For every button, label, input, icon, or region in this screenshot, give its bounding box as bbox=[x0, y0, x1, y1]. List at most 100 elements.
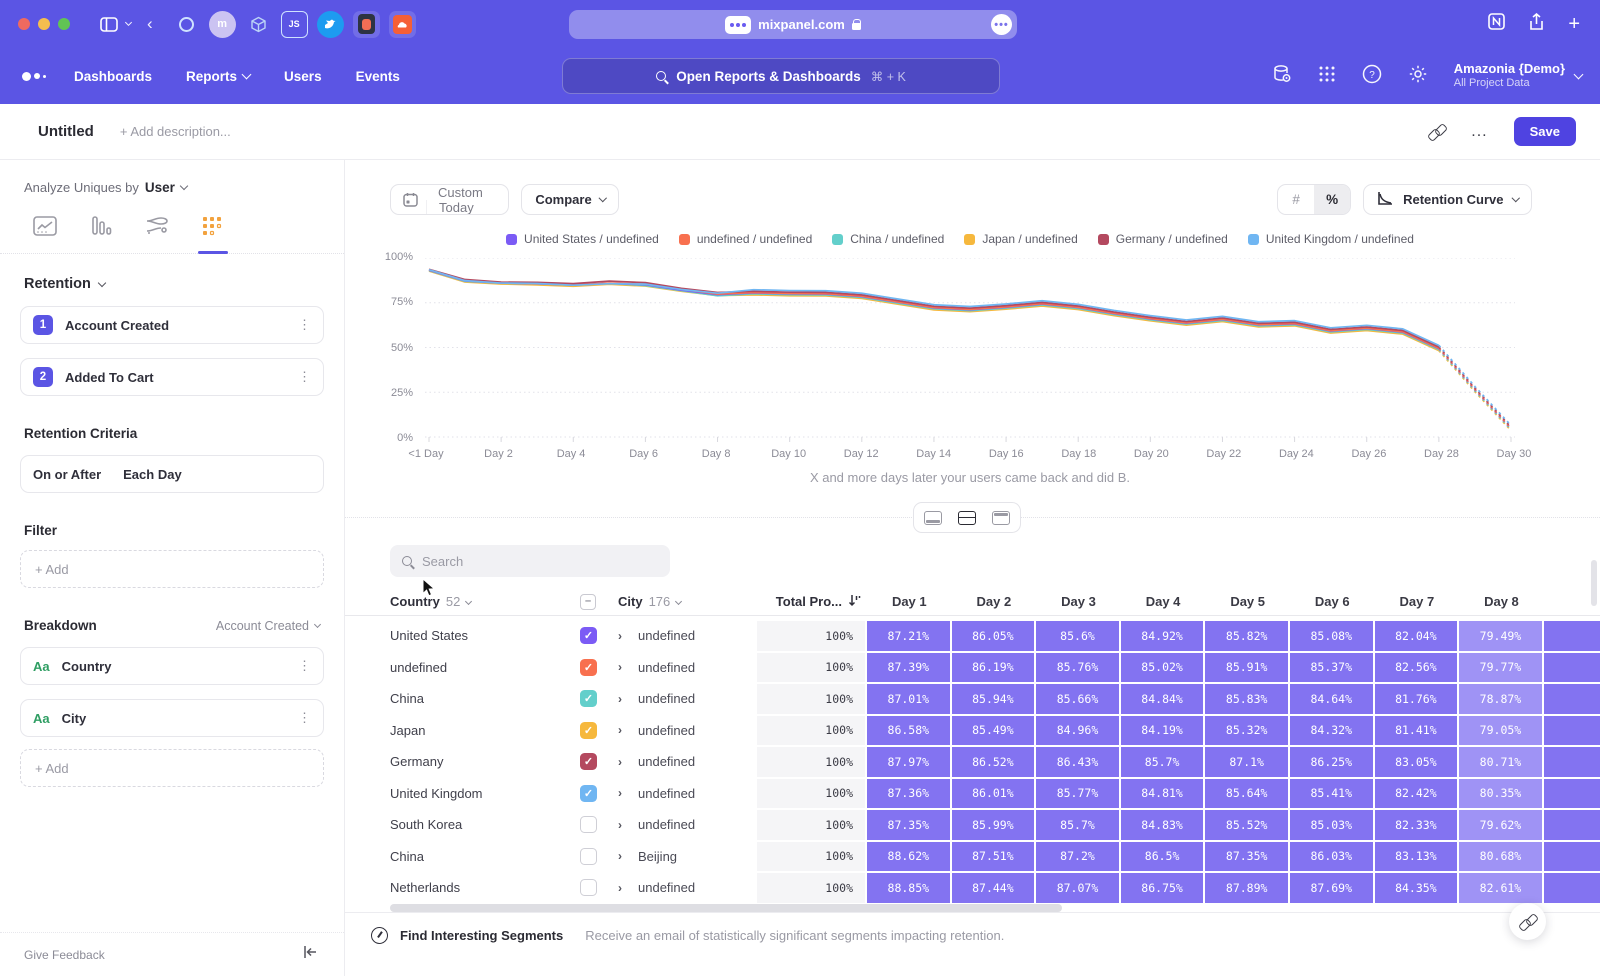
retention-value-cell[interactable]: 84.96% bbox=[1036, 716, 1121, 746]
retention-value-cell[interactable]: 86.52% bbox=[952, 747, 1037, 777]
report-title[interactable]: Untitled bbox=[38, 123, 94, 140]
row-expand-icon[interactable]: › bbox=[618, 786, 622, 800]
retention-value-cell[interactable]: 84.35% bbox=[1375, 873, 1460, 903]
retention-value-cell[interactable]: 85.82% bbox=[1205, 621, 1290, 651]
row-expand-icon[interactable]: › bbox=[618, 723, 622, 737]
row-checkbox[interactable]: ✓ bbox=[580, 879, 597, 896]
retention-value-cell[interactable]: 85.41% bbox=[1290, 779, 1375, 809]
legend-item[interactable]: United States / undefined bbox=[506, 232, 659, 246]
retention-value-cell[interactable]: 85.76% bbox=[1036, 653, 1121, 683]
percent-toggle[interactable]: % bbox=[1314, 185, 1350, 214]
step-account-created[interactable]: 1 Account Created ⋮ bbox=[20, 306, 324, 344]
retention-value-cell[interactable]: 84.84% bbox=[1121, 684, 1206, 714]
table-row[interactable]: South Korea ✓ › undefined 100% 87.35%85.… bbox=[345, 809, 1600, 841]
settings-gear-icon[interactable] bbox=[1408, 64, 1428, 88]
retention-value-cell[interactable]: 85.94% bbox=[952, 684, 1037, 714]
calendar-icon[interactable] bbox=[391, 185, 426, 214]
help-icon[interactable]: ? bbox=[1362, 64, 1382, 88]
global-search[interactable]: Open Reports & Dashboards ⌘ + K bbox=[562, 58, 1000, 94]
retention-value-cell[interactable]: 86.5% bbox=[1121, 842, 1206, 872]
criteria-on-or-after[interactable]: On or After bbox=[33, 467, 101, 482]
horizontal-scrollbar[interactable] bbox=[390, 904, 1062, 912]
chart-only-view-button[interactable] bbox=[918, 505, 948, 530]
retention-value-cell[interactable]: 81.41% bbox=[1375, 716, 1460, 746]
legend-item[interactable]: United Kingdom / undefined bbox=[1248, 232, 1414, 246]
table-search-input[interactable] bbox=[422, 554, 642, 569]
row-checkbox[interactable]: ✓ bbox=[580, 753, 597, 770]
retention-value-cell[interactable]: 85.08% bbox=[1290, 621, 1375, 651]
retention-value-cell[interactable]: 85.77% bbox=[1036, 779, 1121, 809]
retention-value-cell[interactable]: 86.43% bbox=[1036, 747, 1121, 777]
retention-line-chart[interactable] bbox=[425, 258, 1515, 443]
retention-value-cell[interactable]: 86.19% bbox=[952, 653, 1037, 683]
retention-value-cell[interactable]: 87.51% bbox=[952, 842, 1037, 872]
split-view-button[interactable] bbox=[952, 505, 982, 530]
table-only-view-button[interactable] bbox=[986, 505, 1016, 530]
legend-item[interactable]: undefined / undefined bbox=[679, 232, 812, 246]
chart-type-dropdown[interactable]: Retention Curve bbox=[1363, 184, 1532, 215]
retention-value-cell[interactable]: 79.05% bbox=[1459, 716, 1544, 746]
retention-value-cell[interactable]: 86.25% bbox=[1290, 747, 1375, 777]
retention-value-cell[interactable]: 87.2% bbox=[1036, 842, 1121, 872]
retention-value-cell[interactable]: 86.05% bbox=[952, 621, 1037, 651]
share-icon[interactable] bbox=[1529, 13, 1544, 36]
report-more-icon[interactable]: ... bbox=[1471, 123, 1487, 141]
browser-chevron-down-icon[interactable] bbox=[126, 23, 131, 25]
retention-value-cell[interactable]: 85.66% bbox=[1036, 684, 1121, 714]
table-row[interactable]: Japan ✓ › undefined 100% 86.58%85.49%84.… bbox=[345, 715, 1600, 747]
column-day[interactable]: Day 3 bbox=[1036, 594, 1121, 609]
extension-ring-icon[interactable] bbox=[173, 11, 200, 38]
retention-value-cell[interactable]: 85.99% bbox=[952, 810, 1037, 840]
notion-icon[interactable] bbox=[1488, 13, 1505, 35]
row-checkbox[interactable]: ✓ bbox=[580, 722, 597, 739]
retention-criteria-card[interactable]: On or After Each Day bbox=[20, 455, 324, 493]
row-expand-icon[interactable]: › bbox=[618, 849, 622, 863]
retention-value-cell[interactable]: 86.58% bbox=[867, 716, 952, 746]
extension-js-icon[interactable]: JS bbox=[281, 11, 308, 38]
retention-value-cell[interactable]: 81.76% bbox=[1375, 684, 1460, 714]
tab-funnels[interactable] bbox=[86, 213, 116, 239]
retention-value-cell[interactable]: 80.35% bbox=[1459, 779, 1544, 809]
copy-link-icon[interactable] bbox=[1429, 124, 1445, 140]
collapse-sidebar-icon[interactable] bbox=[303, 945, 318, 964]
retention-value-cell[interactable]: 87.69% bbox=[1290, 873, 1375, 903]
tab-retention[interactable] bbox=[198, 213, 228, 239]
retention-value-cell[interactable]: 84.32% bbox=[1290, 716, 1375, 746]
save-button[interactable]: Save bbox=[1514, 117, 1576, 146]
tab-insights[interactable] bbox=[30, 213, 60, 239]
retention-value-cell[interactable]: 87.07% bbox=[1036, 873, 1121, 903]
table-row[interactable]: undefined ✓ › undefined 100% 87.39%86.19… bbox=[345, 652, 1600, 684]
legend-item[interactable]: Japan / undefined bbox=[964, 232, 1077, 246]
row-expand-icon[interactable]: › bbox=[618, 881, 622, 895]
column-day[interactable]: Day 6 bbox=[1290, 594, 1375, 609]
analyze-uniques-row[interactable]: Analyze Uniques by User bbox=[24, 180, 344, 195]
column-city[interactable]: City176 bbox=[618, 594, 757, 609]
kebab-menu-icon[interactable]: ⋮ bbox=[298, 317, 311, 333]
compare-button[interactable]: Compare bbox=[521, 184, 619, 215]
retention-value-cell[interactable]: 87.35% bbox=[1205, 842, 1290, 872]
retention-value-cell[interactable]: 87.39% bbox=[867, 653, 952, 683]
extension-logseq-icon[interactable] bbox=[353, 11, 380, 38]
vertical-scrollbar[interactable] bbox=[1591, 560, 1597, 606]
project-switcher[interactable]: Amazonia {Demo} All Project Data bbox=[1454, 61, 1582, 91]
retention-value-cell[interactable]: 80.68% bbox=[1459, 842, 1544, 872]
retention-value-cell[interactable]: 82.61% bbox=[1459, 873, 1544, 903]
retention-value-cell[interactable]: 83.13% bbox=[1375, 842, 1460, 872]
table-row[interactable]: Netherlands ✓ › undefined 100% 88.85%87.… bbox=[345, 872, 1600, 904]
column-day[interactable]: Day 1 bbox=[867, 594, 952, 609]
retention-value-cell[interactable]: 88.62% bbox=[867, 842, 952, 872]
retention-value-cell[interactable]: 85.49% bbox=[952, 716, 1037, 746]
retention-value-cell[interactable]: 85.37% bbox=[1290, 653, 1375, 683]
breakdown-scope-dropdown[interactable]: Account Created bbox=[216, 619, 320, 633]
row-expand-icon[interactable]: › bbox=[618, 818, 622, 832]
legend-item[interactable]: Germany / undefined bbox=[1098, 232, 1228, 246]
retention-value-cell[interactable]: 87.35% bbox=[867, 810, 952, 840]
column-day[interactable]: Day 7 bbox=[1375, 594, 1460, 609]
row-checkbox[interactable]: ✓ bbox=[580, 848, 597, 865]
retention-value-cell[interactable]: 86.03% bbox=[1290, 842, 1375, 872]
data-management-icon[interactable] bbox=[1272, 64, 1292, 88]
kebab-menu-icon[interactable]: ⋮ bbox=[298, 710, 311, 726]
row-expand-icon[interactable]: › bbox=[618, 692, 622, 706]
retention-value-cell[interactable]: 78.87% bbox=[1459, 684, 1544, 714]
retention-value-cell[interactable]: 85.32% bbox=[1205, 716, 1290, 746]
